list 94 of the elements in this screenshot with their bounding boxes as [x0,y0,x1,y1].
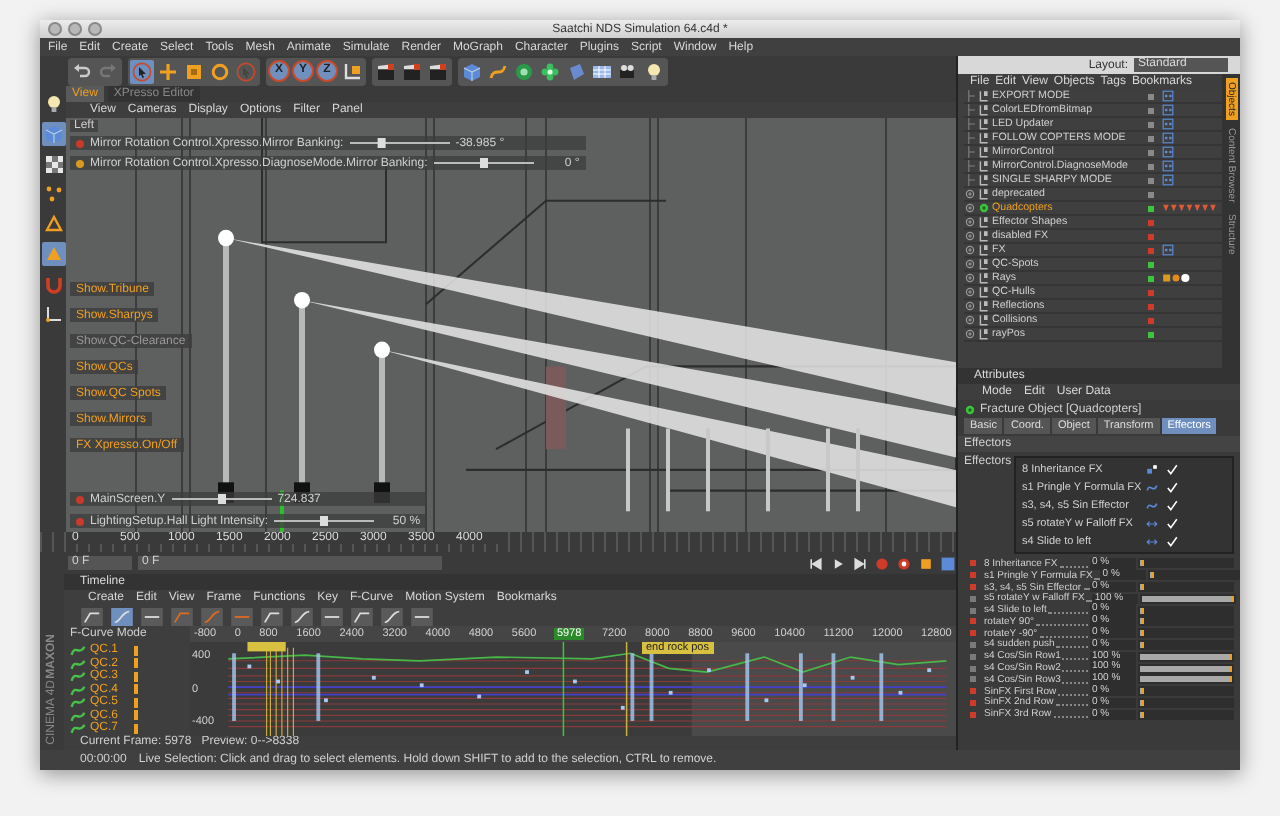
clapperboard-icon [402,61,422,81]
expand-icon[interactable] [964,286,976,298]
arrows-icon [1146,517,1158,529]
slider[interactable] [1138,697,1234,708]
undo-icon [72,61,92,81]
cube-button[interactable] [41,122,65,146]
checkbox[interactable] [1166,481,1178,493]
slider[interactable] [1138,628,1234,639]
curve-tool-icon[interactable] [200,607,224,625]
scale-button[interactable] [182,59,206,83]
cube-icon [462,61,482,81]
magnet-icon [43,274,63,294]
slider[interactable] [1138,605,1234,616]
curve-tool-icon[interactable] [350,607,374,625]
rotate-button[interactable] [208,59,232,83]
clapperboard-button[interactable] [374,59,398,83]
expand-icon[interactable] [964,216,976,228]
tag-icons[interactable] [1162,272,1190,284]
coordinate-button[interactable] [340,59,364,83]
expand-icon[interactable] [964,328,976,340]
grid-icon [592,61,612,81]
slider[interactable] [1138,558,1234,569]
scale-icon [184,61,204,81]
camera-icon [618,61,638,81]
slider-thumb[interactable] [479,158,488,168]
slider-thumb[interactable] [377,138,386,148]
axes-button[interactable] [41,302,65,326]
cursor-icon [132,61,152,81]
curve-tool-icon[interactable] [260,607,284,625]
selection-icon [236,61,256,81]
expand-icon[interactable] [964,272,976,284]
curve-tool-icon[interactable] [140,607,164,625]
undo-button[interactable] [70,59,94,83]
slider[interactable] [1148,570,1240,581]
polygon-button[interactable] [41,242,65,266]
clapperboard-button[interactable] [426,59,450,83]
curve-tool-icon[interactable] [170,607,194,625]
points-icon [43,184,63,204]
checkbox[interactable] [1166,535,1178,547]
key-icon[interactable] [918,555,934,571]
points-button[interactable] [41,182,65,206]
clapperboard-button[interactable] [400,59,424,83]
edges-icon [43,214,63,234]
curve-tool-icon[interactable] [410,607,434,625]
minimize-button[interactable] [68,22,82,36]
expand-icon[interactable] [964,314,976,326]
camera-button[interactable] [616,59,640,83]
clapperboard-icon [376,61,396,81]
expand-icon[interactable] [964,202,976,214]
polygon-icon [43,244,63,264]
light-bulb-icon [43,94,63,114]
checkbox[interactable] [1166,463,1178,475]
checkerboard-icon [43,154,63,174]
axes-icon [43,304,63,324]
expand-icon[interactable] [964,258,976,270]
move-button[interactable] [156,59,180,83]
slider[interactable] [1138,581,1234,592]
slider-thumb[interactable] [217,494,226,504]
slider[interactable] [1138,686,1234,697]
curve-tool-icon[interactable] [80,607,104,625]
edges-button[interactable] [41,212,65,236]
slider[interactable] [1138,709,1234,720]
skip-forward-icon[interactable] [852,555,868,571]
spline-icon [488,61,508,81]
clapperboard-icon [428,61,448,81]
expand-icon[interactable] [964,244,976,256]
grid-icon[interactable] [940,555,956,571]
cursor-button[interactable] [130,59,154,83]
curve-tool-icon[interactable] [320,607,344,625]
slider[interactable] [1138,616,1234,627]
light-bulb-button[interactable] [642,59,666,83]
arrows-icon [1146,535,1158,547]
expand-icon[interactable] [964,300,976,312]
inheritance-icon [1146,463,1158,475]
checkbox[interactable] [1166,499,1178,511]
redo-icon [98,61,118,81]
zoom-button[interactable] [88,22,102,36]
close-button[interactable] [48,22,62,36]
slider-thumb[interactable] [320,516,329,526]
material-tags-icon[interactable] [1162,202,1218,214]
checkerboard-button[interactable] [41,152,65,176]
cube-button[interactable] [460,59,484,83]
light-bulb-icon [644,61,664,81]
skip-back-icon[interactable] [808,555,824,571]
move-icon [158,61,178,81]
rotate-icon [210,61,230,81]
checkbox[interactable] [1166,517,1178,529]
expand-icon[interactable] [964,188,976,200]
flower-button[interactable] [538,59,562,83]
cube-icon [43,124,63,144]
expand-icon[interactable] [964,230,976,242]
coordinate-icon [342,61,362,81]
flower-icon [540,61,560,81]
slider[interactable] [1138,639,1234,650]
